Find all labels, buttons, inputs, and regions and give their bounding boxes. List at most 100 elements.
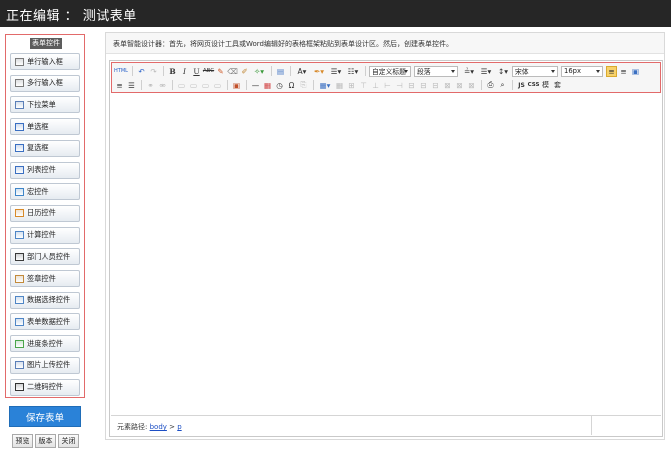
- control-button-label: 数据选择控件: [27, 295, 71, 305]
- italic-icon[interactable]: I: [179, 66, 190, 77]
- chevron-down-icon: [451, 69, 455, 73]
- split-cells-icon[interactable]: ⊠: [442, 80, 453, 91]
- chevron-down-icon: [551, 69, 555, 73]
- control-button[interactable]: 签章控件: [10, 270, 80, 287]
- control-button-label: 签章控件: [27, 273, 56, 283]
- format-brush-icon[interactable]: ✐: [239, 66, 250, 77]
- unlink-icon[interactable]: ⚮: [157, 80, 168, 91]
- letter-spacing-icon[interactable]: ≟▾: [461, 66, 477, 77]
- control-button-label: 表单数据控件: [27, 316, 71, 326]
- fullscreen-icon[interactable]: ▣: [630, 66, 641, 77]
- font-color-icon[interactable]: A▾: [294, 66, 310, 77]
- delete-row-icon[interactable]: ⊥: [370, 80, 381, 91]
- control-button[interactable]: 二维码控件: [10, 378, 80, 396]
- image-center-icon[interactable]: ▭: [212, 80, 223, 91]
- horizontal-rule-icon[interactable]: —: [250, 80, 261, 91]
- designer-main: 表单智能设计器：首先，将网页设计工具或Word编辑好的表格框架粘贴到表单设计区。…: [105, 32, 665, 440]
- eraser-icon[interactable]: ✎: [215, 66, 226, 77]
- undo-icon[interactable]: ↶: [136, 66, 147, 77]
- align-center-icon[interactable]: ≡: [618, 66, 629, 77]
- control-button-label: 进度条控件: [27, 338, 63, 348]
- line-height-icon[interactable]: ↕▾: [495, 66, 511, 77]
- merge-down-icon[interactable]: ⊟: [430, 80, 441, 91]
- control-button[interactable]: 宏控件: [10, 183, 80, 201]
- align-left-icon[interactable]: ≡: [606, 65, 617, 77]
- version-button[interactable]: 版本: [35, 434, 56, 448]
- control-button[interactable]: 进度条控件: [10, 335, 80, 353]
- delete-column-icon[interactable]: ⊣: [394, 80, 405, 91]
- insert-image-icon[interactable]: ▣: [231, 80, 242, 91]
- image-float-right-icon[interactable]: ▭: [200, 80, 211, 91]
- source-code-icon[interactable]: HTML: [114, 66, 128, 77]
- path-body-link[interactable]: body: [150, 423, 167, 431]
- control-button[interactable]: 数据选择控件: [10, 291, 80, 309]
- split-rows-icon[interactable]: ⊠: [454, 80, 465, 91]
- paragraph-spacing-icon[interactable]: ☰▾: [478, 66, 494, 77]
- insert-column-icon[interactable]: ⊢: [382, 80, 393, 91]
- control-button[interactable]: 列表控件: [10, 161, 80, 179]
- path-p-link[interactable]: p: [177, 423, 181, 431]
- toolbar-separator: [172, 80, 173, 90]
- save-form-button[interactable]: 保存表单: [9, 406, 81, 427]
- image-float-left-icon[interactable]: ▭: [188, 80, 199, 91]
- designer-intro: 表单智能设计器：首先，将网页设计工具或Word编辑好的表格框架粘贴到表单设计区。…: [106, 33, 664, 54]
- close-button[interactable]: 关闭: [58, 434, 79, 448]
- preview-icon[interactable]: ⌕: [497, 80, 508, 91]
- control-button-label: 部门人员控件: [27, 251, 71, 261]
- form-data-icon: [15, 317, 24, 326]
- control-button[interactable]: 下拉菜单: [10, 96, 80, 114]
- bold-icon[interactable]: B: [167, 66, 178, 77]
- strikethrough-icon[interactable]: ABC: [203, 66, 214, 77]
- print-icon[interactable]: ⎙: [485, 80, 496, 91]
- custom-title-dropdown[interactable]: 自定义标题: [369, 65, 411, 77]
- control-button[interactable]: 日历控件: [10, 204, 80, 222]
- delete-table-icon[interactable]: ▦: [334, 80, 345, 91]
- control-button-label: 单行输入框: [27, 56, 63, 66]
- control-button[interactable]: 表单数据控件: [10, 313, 80, 331]
- special-char-icon[interactable]: Ω: [286, 80, 297, 91]
- font-family-value: 宋体: [515, 68, 529, 76]
- control-button[interactable]: 多行输入框: [10, 74, 80, 92]
- control-button-label: 二维码控件: [27, 382, 63, 391]
- background-color-icon[interactable]: ✒▾: [311, 66, 327, 77]
- date-icon[interactable]: ▦: [262, 80, 273, 91]
- control-button[interactable]: 图片上传控件: [10, 356, 80, 374]
- calendar-icon: [15, 209, 24, 218]
- font-size-dropdown[interactable]: 16px: [561, 65, 603, 77]
- ordered-list-icon[interactable]: ☰▾: [328, 66, 344, 77]
- justify-icon[interactable]: ☰: [126, 80, 137, 91]
- control-button-label: 图片上传控件: [27, 360, 71, 370]
- draft-icon[interactable]: 套: [552, 80, 563, 91]
- paragraph-dropdown[interactable]: 段落: [414, 65, 458, 77]
- rich-text-editor[interactable]: HTML ↶ ↷ B I U ABC ✎ ⌫ ✐ ✧▾ ▤ A▾ ✒▾ ☰▾ ☷…: [109, 60, 663, 437]
- insert-row-icon[interactable]: ⊤: [358, 80, 369, 91]
- form-control-sidebar: 表单控件 单行输入框 多行输入框 下拉菜单 单选框 复选框 列表控件 宏控件 日历控件 计算控件…: [5, 34, 85, 398]
- control-button[interactable]: 计算控件: [10, 226, 80, 244]
- time-icon[interactable]: ◷: [274, 80, 285, 91]
- auto-format-icon[interactable]: ✧▾: [251, 66, 267, 77]
- paste-plain-icon[interactable]: ▤: [275, 66, 286, 77]
- control-button[interactable]: 复选框: [10, 139, 80, 157]
- css-icon[interactable]: CSS: [528, 80, 540, 91]
- intro-text: 表单智能设计器：首先，将网页设计工具或Word编辑好的表格框架粘贴到表单设计区。…: [113, 40, 453, 48]
- align-right-icon[interactable]: ≡: [114, 80, 125, 91]
- unordered-list-icon[interactable]: ☷▾: [345, 66, 361, 77]
- format-clear-icon[interactable]: ⌫: [227, 66, 238, 77]
- split-columns-icon[interactable]: ⊠: [466, 80, 477, 91]
- redo-icon[interactable]: ↷: [148, 66, 159, 77]
- preview-button[interactable]: 预览: [12, 434, 33, 448]
- image-float-none-icon[interactable]: ▭: [176, 80, 187, 91]
- page-break-icon[interactable]: ⎘: [298, 80, 309, 91]
- underline-icon[interactable]: U: [191, 66, 202, 77]
- link-icon[interactable]: ⚭: [145, 80, 156, 91]
- control-button[interactable]: 部门人员控件: [10, 248, 80, 266]
- insert-table-icon[interactable]: ▦▾: [317, 80, 333, 91]
- merge-cells-icon[interactable]: ⊟: [406, 80, 417, 91]
- font-family-dropdown[interactable]: 宋体: [512, 65, 558, 77]
- template-icon[interactable]: 模: [540, 80, 551, 91]
- merge-right-icon[interactable]: ⊟: [418, 80, 429, 91]
- insert-paragraph-before-table-icon[interactable]: ⊞: [346, 80, 357, 91]
- control-button[interactable]: 单行输入框: [10, 53, 80, 70]
- control-button[interactable]: 单选框: [10, 118, 80, 136]
- js-icon[interactable]: JS: [516, 80, 527, 91]
